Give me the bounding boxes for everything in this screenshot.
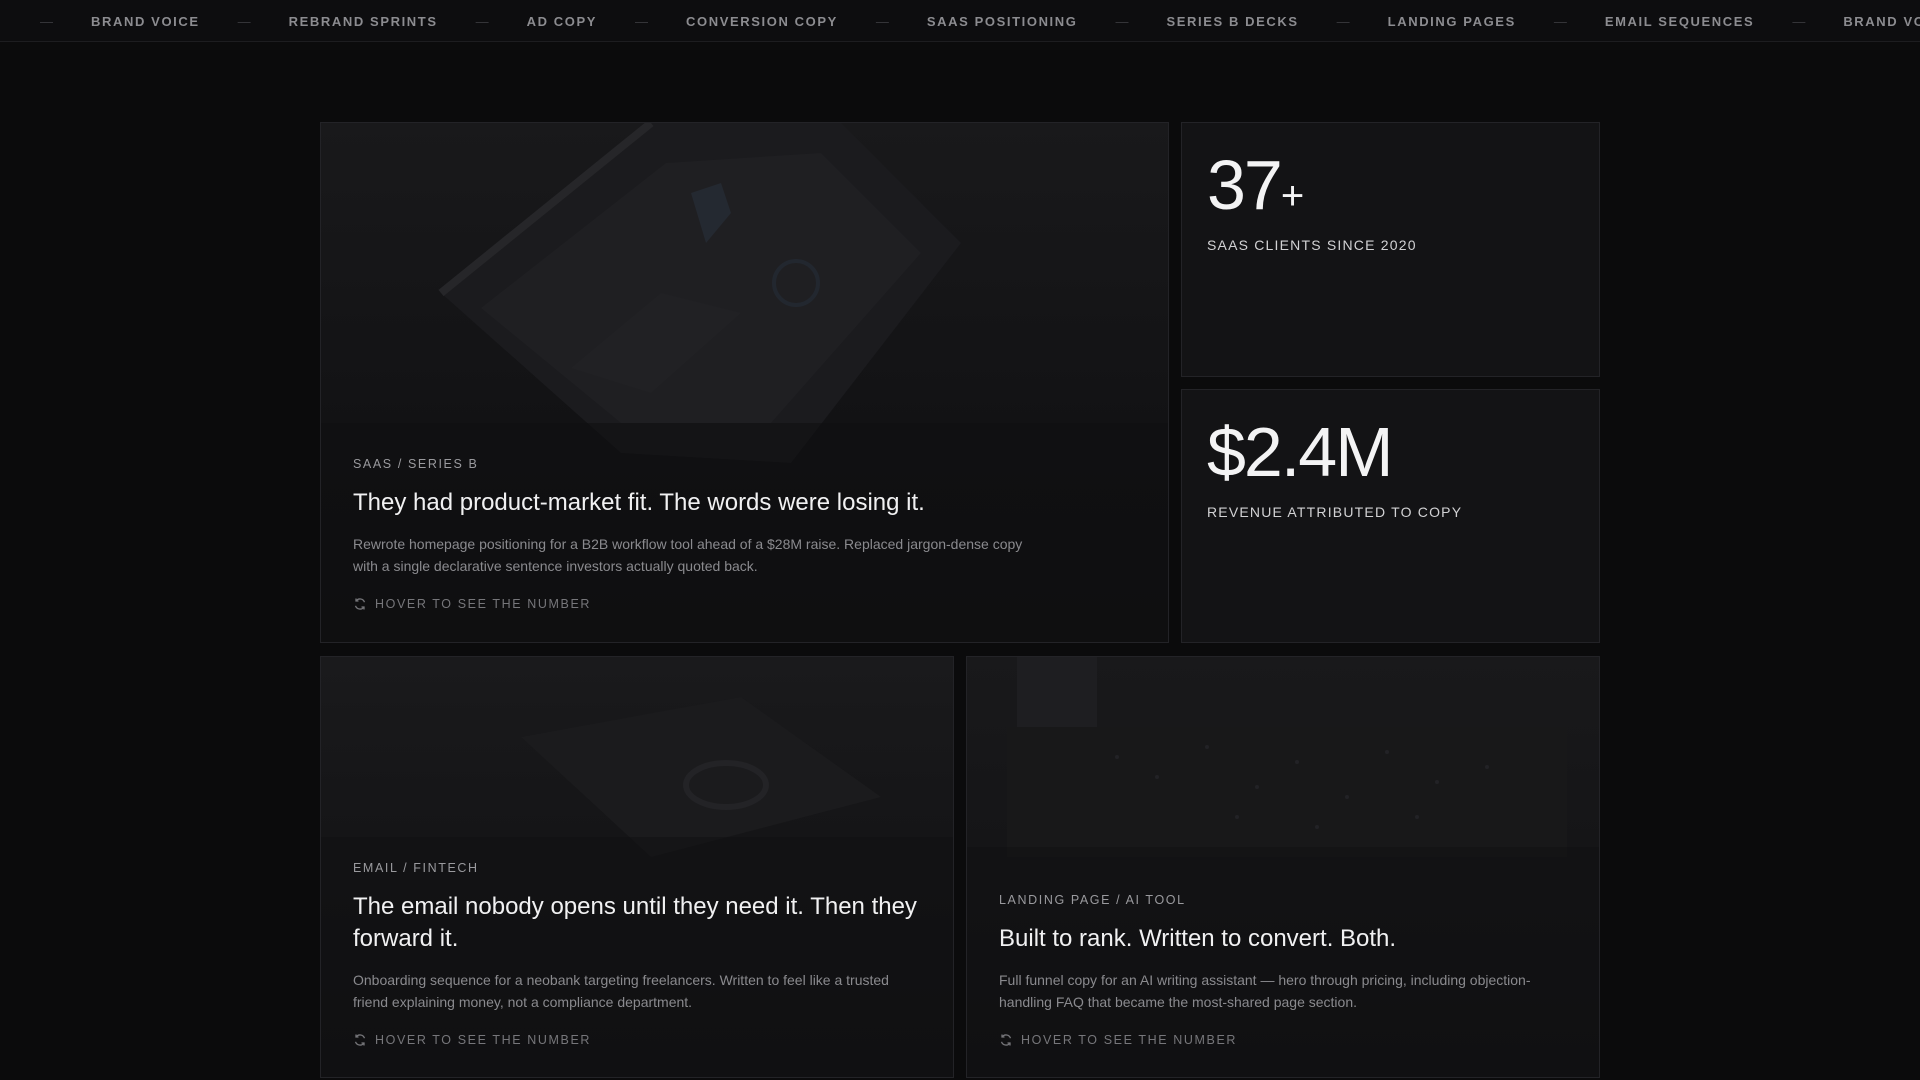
services-ticker: Sequences — Brand Voice — Rebrand Sprints — Ad… [0,0,1920,42]
case-description: Onboarding sequence for a neobank target… [353,972,889,1010]
ticker-separator: — [875,13,889,29]
stat-label: SaaS clients since 2020 [1207,237,1417,253]
hover-reveal[interactable]: Hover to see the number [353,1033,921,1047]
ticker-separator: — [1792,13,1806,29]
case-tag: Email / Fintech [353,861,479,875]
case-description: Rewrote homepage positioning for a B2B w… [353,536,1023,574]
ticker-item: Landing Pages [1387,13,1516,29]
case-description: Full funnel copy for an AI writing assis… [999,972,1531,1010]
refresh-icon [353,1033,367,1047]
case-tag: Landing Page / AI Tool [999,893,1186,907]
ticker-item: Conversion Copy [686,13,838,29]
stat-card-revenue: $2.4M Revenue attributed to copy [1181,389,1600,643]
ticker-separator: — [1553,13,1567,29]
ticker-separator: — [1115,13,1129,29]
ticker-separator: — [237,13,251,29]
hover-reveal[interactable]: Hover to see the number [353,597,1136,611]
hover-label: Hover to see the number [1021,1033,1238,1047]
stat-value: 37+ [1207,146,1305,224]
ticker-separator: — [475,13,489,29]
refresh-icon [353,597,367,611]
case-headline: Built to rank. Written to convert. Both. [999,925,1397,952]
stat-label: Revenue attributed to copy [1207,504,1463,520]
case-tag: SaaS / Series B [353,457,479,471]
ticker-item: Series B Decks [1166,13,1299,29]
case-headline: The email nobody opens until they need i… [353,893,917,952]
ticker-item: Sequences [0,14,2,29]
stat-value: $2.4M [1207,413,1394,491]
refresh-icon [999,1033,1013,1047]
hover-label: Hover to see the number [375,1033,592,1047]
case-card-ai-tool[interactable]: Landing Page / AI Tool Built to rank. Wr… [966,656,1600,1078]
case-card-fintech[interactable]: Email / Fintech The email nobody opens u… [320,656,954,1078]
ticker-separator: — [635,13,649,29]
ticker-track: Sequences — Brand Voice — Rebrand Sprints — Ad… [0,0,1920,41]
case-card-saas[interactable]: SaaS / Series B They had product-market … [320,122,1169,643]
ticker-separator: — [40,13,54,29]
ticker-item: Email Sequences [1604,13,1755,29]
hover-label: Hover to see the number [375,597,592,611]
ticker-item: SaaS Positioning [926,13,1078,29]
ticker-separator: — [1336,13,1350,29]
hover-reveal[interactable]: Hover to see the number [999,1033,1567,1047]
ticker-item: Brand Voice [1843,13,1920,29]
ticker-item: Brand Voice [91,13,200,29]
case-headline: They had product-market fit. The words w… [353,489,925,516]
ticker-item: Rebrand Sprints [288,13,438,29]
stat-card-clients: 37+ SaaS clients since 2020 [1181,122,1600,377]
ticker-item: Ad Copy [526,13,598,29]
